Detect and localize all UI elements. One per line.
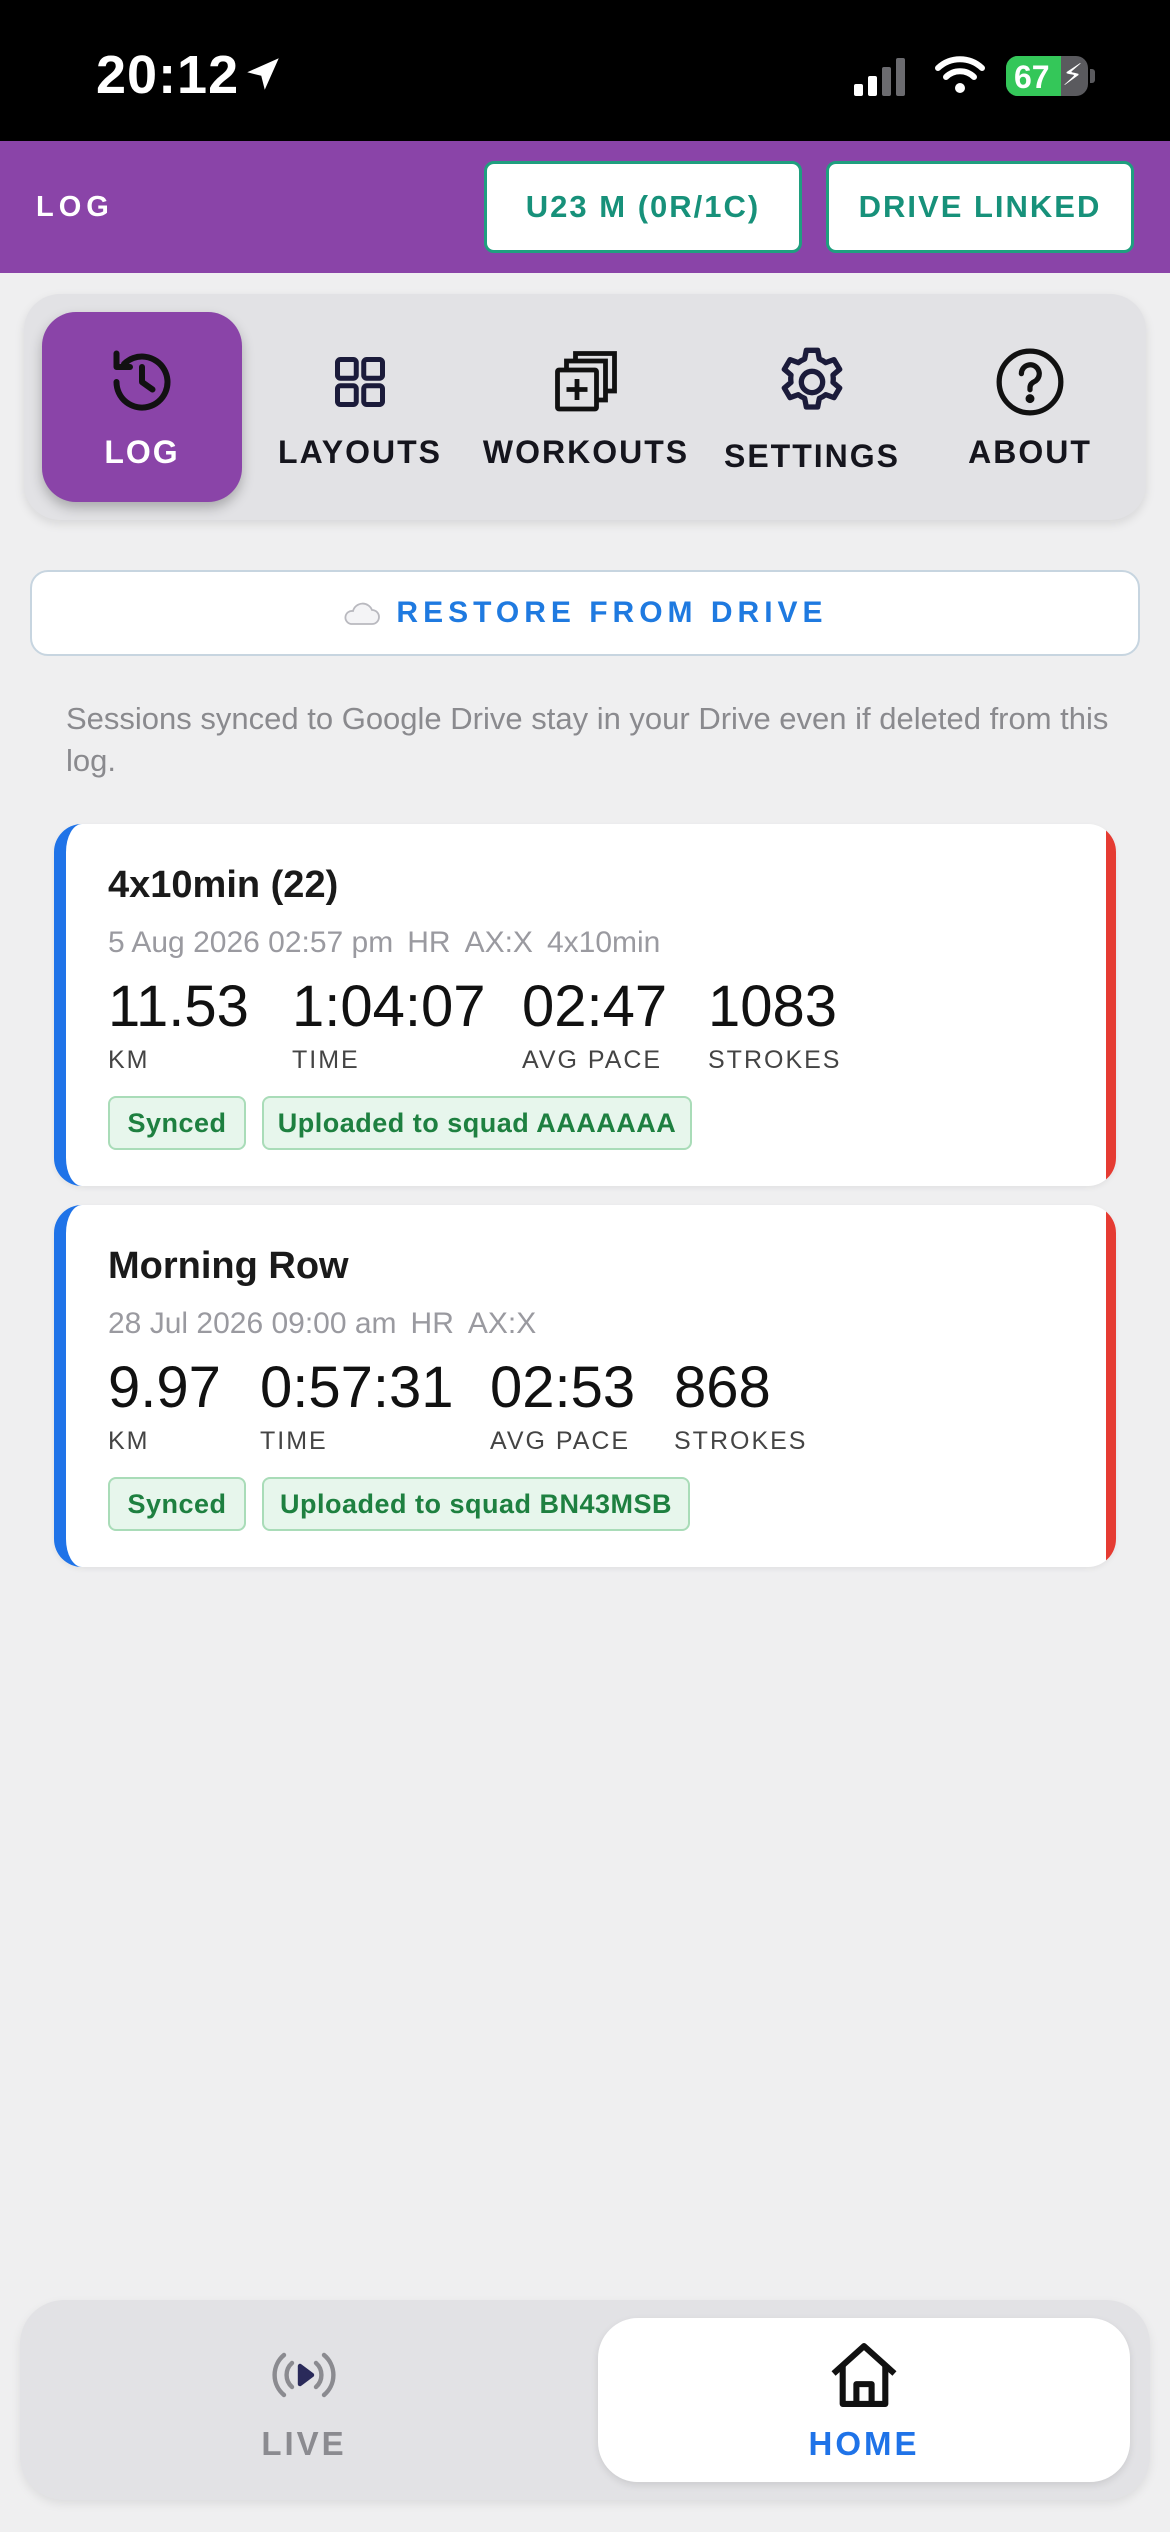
- tab-settings[interactable]: SETTINGS: [712, 312, 912, 502]
- stat-distance: 9.97 KM: [108, 1355, 221, 1456]
- status-time: 20:12: [96, 45, 240, 105]
- app-header: LOG U23 M (0R/1C) DRIVE LINKED: [0, 141, 1170, 273]
- tab-workouts[interactable]: WORKOUTS: [480, 312, 692, 502]
- battery-cap: [1090, 69, 1095, 83]
- tab-about[interactable]: ABOUT: [930, 312, 1130, 502]
- squad-upload-badge: Uploaded to squad BN43MSB: [262, 1477, 690, 1531]
- stat-label: AVG PACE: [490, 1427, 631, 1455]
- location-arrow-icon: [242, 52, 284, 101]
- help-circle-icon: [993, 344, 1067, 420]
- tab-log[interactable]: LOG: [42, 312, 242, 502]
- stat-label: AVG PACE: [522, 1046, 663, 1074]
- session-tag: AX:X: [467, 1307, 537, 1340]
- stat-strokes: 1083 STROKES: [708, 974, 841, 1075]
- section-tabs: LOG LAYOUTS WORKOUTS SETTINGS ABOUT: [24, 294, 1146, 520]
- session-meta: 28 Jul 2026 09:00 am HR AX:X: [108, 1307, 550, 1341]
- tab-label: WORKOUTS: [482, 433, 690, 470]
- squad-upload-badge: Uploaded to squad AAAAAAA: [262, 1096, 692, 1150]
- history-icon: [106, 344, 178, 420]
- session-tag: HR: [410, 1307, 454, 1340]
- stat-value: 9.97: [108, 1355, 221, 1420]
- tab-layouts[interactable]: LAYOUTS: [260, 312, 460, 502]
- stat-label: KM: [108, 1046, 150, 1074]
- gear-icon: [772, 340, 852, 424]
- stat-value: 11.53: [108, 974, 249, 1039]
- bottom-nav-label: LIVE: [261, 2425, 347, 2462]
- tab-label: LOG: [104, 433, 180, 470]
- bottom-nav: LIVE HOME: [20, 2300, 1150, 2500]
- bottom-nav-live[interactable]: LIVE: [38, 2318, 570, 2482]
- stat-label: STROKES: [674, 1427, 808, 1455]
- tab-label: ABOUT: [968, 433, 1092, 470]
- bottom-nav-label: HOME: [808, 2425, 920, 2462]
- home-icon: [827, 2337, 901, 2413]
- stat-label: TIME: [292, 1046, 360, 1074]
- stat-value: 868: [674, 1355, 771, 1420]
- stat-value: 02:47: [522, 974, 668, 1039]
- session-card[interactable]: 4x10min (22) 5 Aug 2026 02:57 pm HR AX:X 4x…: [54, 824, 1116, 1186]
- session-title: 4x10min (22): [108, 864, 339, 906]
- session-tag: HR: [407, 926, 451, 959]
- session-card[interactable]: Morning Row 28 Jul 2026 09:00 am HR AX:X 9…: [54, 1205, 1116, 1567]
- session-date: 28 Jul 2026 09:00 am: [108, 1307, 397, 1340]
- session-title: Morning Row: [108, 1245, 349, 1287]
- charging-bolt-icon: ⚡: [1062, 59, 1084, 92]
- drive-sync-note: Sessions synced to Google Drive stay in …: [66, 701, 1109, 778]
- stat-time: 0:57:31 TIME: [260, 1355, 454, 1456]
- stack-add-icon: [550, 344, 622, 420]
- page-title: LOG: [36, 191, 114, 223]
- broadcast-play-icon: [266, 2337, 342, 2413]
- session-date: 5 Aug 2026 02:57 pm: [108, 926, 394, 959]
- stat-value: 0:57:31: [260, 1355, 454, 1420]
- session-tag: 4x10min: [546, 926, 661, 959]
- synced-badge: Synced: [108, 1096, 246, 1150]
- tab-label: LAYOUTS: [278, 433, 442, 470]
- restore-from-drive-button[interactable]: RESTORE FROM DRIVE: [30, 570, 1140, 656]
- stat-distance: 11.53 KM: [108, 974, 249, 1075]
- stat-avg-pace: 02:47 AVG PACE: [522, 974, 667, 1075]
- synced-badge: Synced: [108, 1477, 246, 1531]
- stat-value: 1083: [708, 974, 838, 1039]
- drive-linked-button[interactable]: DRIVE LINKED: [826, 161, 1134, 253]
- stat-label: STROKES: [708, 1046, 842, 1074]
- stat-strokes: 868 STROKES: [674, 1355, 807, 1456]
- session-tag: AX:X: [464, 926, 533, 959]
- stat-value: 02:53: [490, 1355, 636, 1420]
- grid-icon: [330, 344, 390, 420]
- stat-label: TIME: [260, 1427, 328, 1455]
- stat-value: 1:04:07: [292, 974, 486, 1039]
- stat-label: KM: [108, 1427, 150, 1455]
- stat-avg-pace: 02:53 AVG PACE: [490, 1355, 635, 1456]
- session-meta: 5 Aug 2026 02:57 pm HR AX:X 4x10min: [108, 926, 674, 960]
- squad-button[interactable]: U23 M (0R/1C): [484, 161, 802, 253]
- stat-time: 1:04:07 TIME: [292, 974, 486, 1075]
- restore-label: RESTORE FROM DRIVE: [396, 596, 828, 629]
- battery-indicator: 67 ⚡: [1006, 56, 1088, 96]
- status-bar: 20:12 67 ⚡: [0, 0, 1170, 141]
- bottom-nav-home[interactable]: HOME: [598, 2318, 1130, 2482]
- tab-label: SETTINGS: [723, 437, 900, 474]
- battery-percent: 67: [1014, 59, 1050, 95]
- wifi-icon: [934, 54, 986, 99]
- cloud-icon: [342, 600, 381, 626]
- cellular-signal-icon: [854, 58, 910, 101]
